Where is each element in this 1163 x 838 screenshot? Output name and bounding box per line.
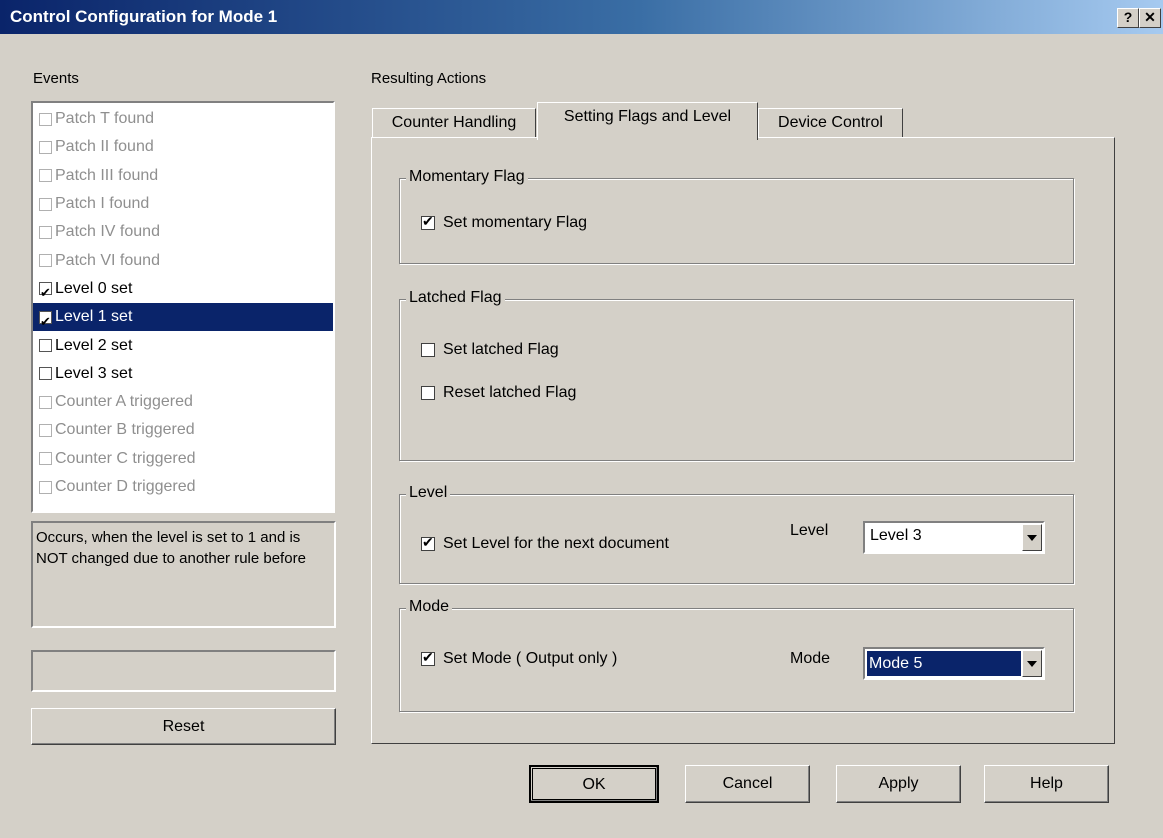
set-momentary-flag-checkbox[interactable]: Set momentary Flag: [421, 213, 588, 232]
list-item-label: Patch I found: [55, 195, 150, 213]
level-legend: Level: [406, 484, 451, 502]
level-dropdown[interactable]: Level 3: [863, 521, 1045, 554]
help-icon[interactable]: ?: [1117, 8, 1139, 28]
list-item[interactable]: Counter A triggered: [33, 388, 333, 416]
tab-counter-handling[interactable]: Counter Handling: [372, 108, 536, 138]
cancel-button[interactable]: Cancel: [685, 765, 810, 803]
set-level-checkbox[interactable]: Set Level for the next document: [421, 534, 669, 553]
mode-legend: Mode: [406, 598, 453, 616]
list-item-label: Patch IV found: [55, 223, 160, 241]
checkbox-icon[interactable]: [39, 339, 52, 353]
list-item[interactable]: Patch IV found: [33, 218, 333, 246]
reset-latched-flag-checkbox[interactable]: Reset latched Flag: [421, 384, 576, 402]
list-item-label: Level 2 set: [55, 336, 133, 354]
list-item[interactable]: Patch III found: [33, 162, 333, 190]
title-bar[interactable]: Control Configuration for Mode 1 ? ✕: [0, 0, 1163, 34]
list-item[interactable]: Level 0 set: [33, 275, 333, 307]
ok-button[interactable]: OK: [529, 765, 659, 803]
list-item-label: Counter A triggered: [55, 393, 193, 411]
list-item[interactable]: Counter D triggered: [33, 473, 333, 501]
checkbox-icon: [421, 213, 435, 230]
chevron-down-icon[interactable]: [1022, 524, 1042, 551]
checkbox-icon[interactable]: [39, 308, 52, 336]
level-combo-label: Level: [790, 522, 829, 539]
apply-button[interactable]: Apply: [836, 765, 961, 803]
set-momentary-flag-label: Set momentary Flag: [443, 214, 588, 231]
checkbox-icon: [421, 534, 435, 551]
set-latched-flag-checkbox[interactable]: Set latched Flag: [421, 341, 559, 359]
list-item[interactable]: Counter C triggered: [33, 445, 333, 473]
level-dropdown-value: Level 3: [870, 527, 922, 544]
reset-latched-flag-label: Reset latched Flag: [443, 384, 577, 401]
chevron-down-icon[interactable]: [1022, 650, 1042, 677]
list-item[interactable]: Patch II found: [33, 133, 333, 161]
latched-flag-legend: Latched Flag: [406, 289, 505, 307]
window-title: Control Configuration for Mode 1: [10, 7, 278, 26]
status-field: [31, 650, 336, 692]
event-description: Occurs, when the level is set to 1 and i…: [31, 521, 336, 628]
list-item[interactable]: Patch VI found: [33, 246, 333, 274]
checkbox-icon[interactable]: [39, 112, 52, 126]
checkbox-icon[interactable]: [39, 197, 52, 211]
checkbox-icon: [421, 343, 435, 357]
checkbox-icon[interactable]: [39, 169, 52, 183]
list-item[interactable]: Level 2 set: [33, 331, 333, 359]
checkbox-icon[interactable]: [39, 423, 52, 437]
tab-device-control[interactable]: Device Control: [758, 108, 903, 138]
list-item-label: Level 3 set: [55, 364, 133, 382]
checkbox-icon: [421, 386, 435, 400]
reset-button[interactable]: Reset: [31, 708, 336, 745]
set-mode-checkbox[interactable]: Set Mode ( Output only ): [421, 649, 618, 668]
checkbox-icon[interactable]: [39, 480, 52, 494]
checkbox-icon: [421, 649, 435, 666]
mode-combo-label: Mode: [790, 650, 831, 667]
momentary-flag-legend: Momentary Flag: [406, 168, 528, 186]
help-button[interactable]: Help: [984, 765, 1109, 803]
mode-dropdown[interactable]: Mode 5: [863, 647, 1045, 680]
resulting-actions-label: Resulting Actions: [371, 70, 487, 87]
checkbox-icon[interactable]: [39, 395, 52, 409]
close-icon[interactable]: ✕: [1139, 8, 1161, 28]
checkbox-icon[interactable]: [39, 140, 52, 154]
list-item-label: Counter B triggered: [55, 421, 195, 439]
set-mode-label: Set Mode ( Output only ): [443, 650, 618, 667]
mode-dropdown-value: Mode 5: [867, 651, 1021, 676]
checkbox-icon[interactable]: [39, 254, 52, 268]
events-label: Events: [33, 70, 79, 87]
checkbox-icon[interactable]: [39, 225, 52, 239]
list-item-label: Level 0 set: [55, 279, 133, 297]
list-item-label: Patch III found: [55, 166, 159, 184]
checkbox-icon[interactable]: [39, 452, 52, 466]
list-item-label: Patch II found: [55, 138, 154, 156]
checkbox-icon[interactable]: [39, 367, 52, 381]
list-item-label: Patch T found: [55, 110, 155, 128]
list-item-label: Patch VI found: [55, 251, 160, 269]
tab-setting-flags-and-level[interactable]: Setting Flags and Level: [537, 102, 758, 140]
events-listbox[interactable]: Patch T found Patch II found Patch III fou…: [31, 101, 335, 513]
list-item[interactable]: Counter B triggered: [33, 416, 333, 444]
list-item[interactable]: Patch I found: [33, 190, 333, 218]
list-item[interactable]: Level 3 set: [33, 360, 333, 388]
latched-flag-group: Latched Flag: [399, 289, 1074, 461]
list-item-label: Level 1 set: [55, 308, 133, 326]
checkbox-icon[interactable]: [39, 279, 52, 307]
list-item-label: Counter C triggered: [55, 449, 196, 467]
list-item-label: Counter D triggered: [55, 478, 196, 495]
set-level-label: Set Level for the next document: [443, 535, 669, 552]
list-item[interactable]: Patch T found: [33, 105, 333, 133]
list-item[interactable]: Level 1 set: [33, 303, 333, 336]
set-latched-flag-label: Set latched Flag: [443, 341, 559, 358]
